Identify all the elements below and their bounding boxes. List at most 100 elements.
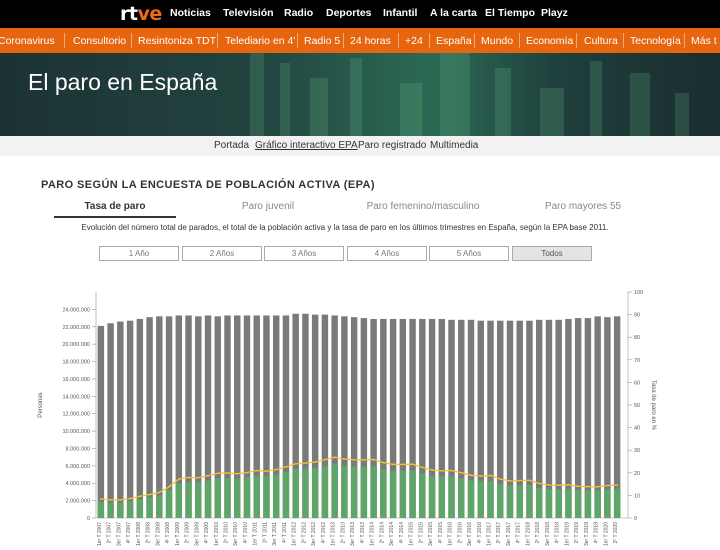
x-axis-tick-label: 3er T 2013: [350, 522, 356, 546]
tab-paro-femenino-masculino[interactable]: Paro femenino/masculino: [360, 201, 486, 212]
sub-nav-divider: [398, 33, 399, 48]
unemployed-bar: [146, 497, 153, 518]
unemployment-rate-point: [577, 485, 580, 488]
sub-nav-mundo[interactable]: Mundo: [481, 35, 513, 47]
x-axis-tick-label: 3er T 2017: [506, 522, 512, 546]
unemployed-bar: [594, 490, 601, 518]
sub-nav-divider: [623, 33, 624, 48]
unemployment-rate-point: [538, 482, 541, 485]
sub-nav-coronavirus[interactable]: Coronavirus: [0, 35, 55, 47]
active-population-bar: [136, 318, 144, 518]
tab-paro-mayores-55[interactable]: Paro mayores 55: [528, 201, 638, 212]
x-axis-tick-label: 2º T 2013: [340, 522, 346, 544]
left-axis-title: Personas: [38, 392, 44, 417]
range-button-1-ano[interactable]: 1 Año: [99, 246, 179, 261]
unemployment-rate-point: [343, 458, 346, 460]
x-axis-tick-label: 3er T 2019: [584, 522, 590, 546]
nav-item-noticias[interactable]: Noticias: [170, 7, 211, 19]
unemployment-rate-point: [285, 466, 287, 468]
range-button-4-anos[interactable]: 4 Años: [347, 246, 427, 261]
range-button-3-anos[interactable]: 3 Años: [264, 246, 344, 261]
sub-nav-radio-5[interactable]: Radio 5: [304, 35, 340, 47]
x-axis-tick-label: 2º T 2016: [457, 522, 463, 544]
unemployed-bar: [341, 465, 348, 518]
section-nav-paro-registrado[interactable]: Paro registrado: [358, 140, 426, 151]
nav-item-el-tiempo[interactable]: El Tiempo: [485, 7, 535, 19]
hero-banner: El paro en España: [0, 53, 720, 136]
unemployed-bar: [156, 495, 163, 518]
sub-nav-divider: [429, 33, 430, 48]
unemployment-rate-point: [314, 461, 317, 463]
left-axis-tick-label: 0: [87, 516, 90, 522]
sub-nav-plus-24[interactable]: +24: [405, 35, 423, 47]
nav-item-radio[interactable]: Radio: [284, 7, 313, 19]
section-nav-portada[interactable]: Portada: [214, 140, 249, 151]
sub-navigation: Coronavirus Consultorio Resintoniza TDT …: [0, 28, 720, 53]
unemployment-rate-point: [557, 484, 560, 487]
unemployed-bar: [321, 466, 329, 518]
x-axis-tick-label: 4º T 2017: [516, 522, 522, 544]
unemployment-rate-point: [197, 476, 200, 479]
unemployment-rate-point: [168, 485, 170, 488]
unemployed-bar: [243, 477, 251, 518]
sub-nav-consultorio[interactable]: Consultorio: [73, 35, 126, 47]
right-axis-tick-label: 20: [634, 471, 640, 477]
unemployment-rate-point: [392, 463, 394, 466]
unemployed-bar: [574, 489, 582, 518]
x-axis-tick-label: 2º T 2019: [574, 522, 580, 544]
left-axis-tick-label: 24.000.000: [62, 307, 90, 313]
range-button-todos[interactable]: Todos: [512, 246, 592, 261]
nav-item-deportes[interactable]: Deportes: [326, 7, 372, 19]
sub-nav-cultura[interactable]: Cultura: [584, 35, 618, 47]
sub-nav-resintoniza-tdt[interactable]: Resintoniza TDT: [138, 35, 216, 47]
unemployment-rate-point: [333, 456, 336, 459]
section-nav-grafico-interactivo[interactable]: Gráfico interactivo EPA: [255, 140, 358, 151]
nav-item-a-la-carta[interactable]: A la carta: [430, 7, 477, 19]
nav-item-playz[interactable]: Playz: [541, 7, 568, 19]
unemployed-bar: [428, 475, 436, 518]
nav-item-television[interactable]: Televisión: [223, 7, 274, 19]
sub-nav-24-horas[interactable]: 24 horas: [350, 35, 391, 47]
range-button-2-anos[interactable]: 2 Años: [182, 246, 262, 261]
banner-decoration: [440, 53, 470, 136]
x-axis-tick-label: 4º T 2015: [438, 522, 444, 544]
tab-tasa-de-paro[interactable]: Tasa de paro: [54, 201, 176, 218]
x-axis-tick-label: 2º T 2011: [262, 522, 268, 543]
unemployment-rate-point: [148, 493, 151, 496]
active-population-bar: [594, 316, 601, 518]
nav-item-infantil[interactable]: Infantil: [383, 7, 417, 19]
sub-nav-divider: [64, 33, 65, 48]
sub-nav-tecnologia[interactable]: Tecnología: [630, 35, 681, 47]
unemployed-bar: [204, 480, 212, 518]
active-population-bar: [97, 325, 105, 518]
x-axis-tick-label: 4º T 2007: [126, 522, 132, 544]
unemployed-bar: [389, 470, 397, 518]
sub-nav-telediario[interactable]: Telediario en 4': [225, 35, 295, 47]
unemployed-bar: [448, 476, 455, 518]
x-axis-tick-label: 2º T 2015: [418, 522, 424, 544]
unemployment-rate-point: [499, 478, 502, 481]
unemployed-bar: [224, 477, 231, 518]
right-axis-tick-label: 50: [634, 403, 640, 409]
x-axis-tick-label: 1er T 2018: [525, 522, 531, 546]
sub-nav-economia[interactable]: Economía: [526, 35, 573, 47]
rtve-logo[interactable]: rtve: [120, 3, 162, 25]
unemployed-bar: [214, 478, 221, 518]
banner-decoration: [540, 88, 564, 136]
tab-paro-juvenil[interactable]: Paro juvenil: [218, 201, 318, 212]
range-button-5-anos[interactable]: 5 Años: [429, 246, 509, 261]
unemployed-bar: [497, 483, 504, 518]
active-population-bar: [156, 316, 163, 518]
section-nav-multimedia[interactable]: Multimedia: [430, 140, 478, 151]
unemployment-rate-point: [509, 480, 511, 482]
active-population-bar: [613, 316, 621, 518]
unemployment-rate-point: [255, 469, 258, 472]
sub-nav-espana[interactable]: España: [436, 35, 472, 47]
unemployed-bar: [467, 480, 475, 518]
unemployed-bar: [555, 489, 562, 518]
sub-nav-mas[interactable]: Más t: [691, 35, 717, 47]
unemployment-rate-point: [518, 479, 521, 482]
unemployed-bar: [370, 466, 377, 518]
logo-accent-text: ve: [137, 3, 162, 25]
x-axis-tick-label: 2º T 2012: [301, 522, 307, 544]
